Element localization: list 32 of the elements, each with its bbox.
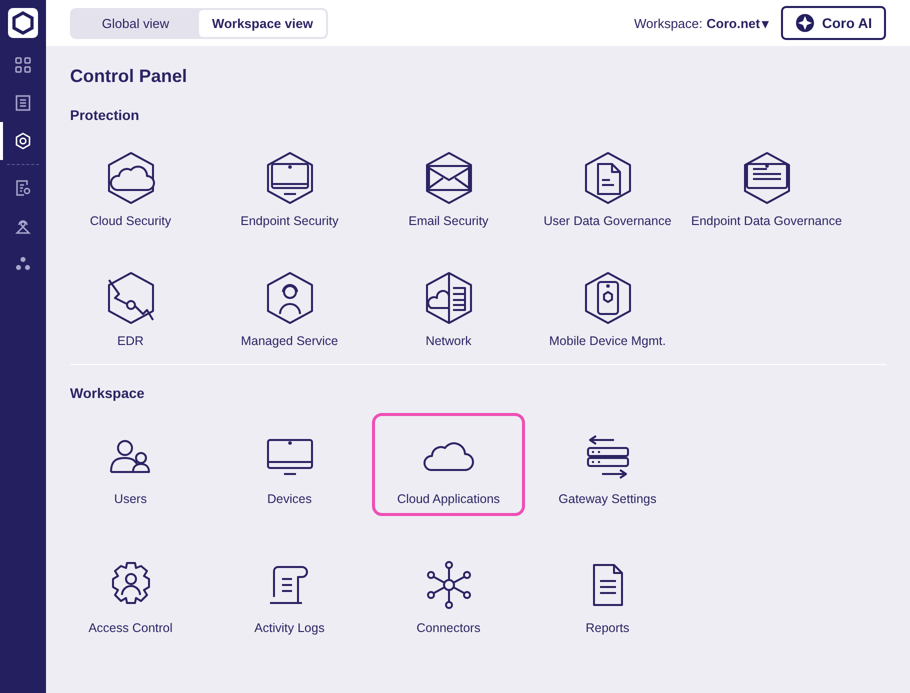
section-title: Workspace	[70, 385, 146, 401]
panel-tile[interactable]: Endpoint Security	[213, 135, 366, 238]
panel-tile[interactable]: Endpoint Data Governance	[690, 135, 843, 238]
panel-tile[interactable]: Managed Service	[213, 255, 366, 358]
workspace-dropdown[interactable]: Coro.net▾	[706, 16, 769, 30]
panel-tile[interactable]: Cloud Applications	[372, 413, 525, 516]
hexagon-nut-icon	[14, 132, 32, 150]
panel-tile[interactable]: Activity Logs	[213, 542, 366, 645]
panel-tile[interactable]: Access Control	[54, 542, 207, 645]
panel-tile[interactable]: Email Security	[372, 135, 525, 238]
grid-icon	[14, 56, 32, 74]
panel-tile[interactable]: Reports	[531, 542, 684, 645]
page-title: Control Panel	[70, 66, 188, 87]
view-tab[interactable]: Workspace view	[199, 10, 326, 36]
panel-tile[interactable]: Connectors	[372, 542, 525, 645]
panel-tile[interactable]: User Data Governance	[531, 135, 684, 238]
logo-icon	[8, 8, 38, 38]
workspace-label: Workspace:	[634, 16, 702, 30]
ai-button[interactable]: Coro AI	[780, 6, 886, 40]
sparkle-icon	[794, 13, 815, 33]
panel-tile[interactable]: Gateway Settings	[531, 413, 684, 516]
list-icon	[14, 94, 32, 112]
panel-tile[interactable]: Cloud Security	[54, 135, 207, 238]
panel-tile[interactable]: Devices	[213, 413, 366, 516]
panel-tile[interactable]: Mobile Device Mgmt.	[531, 255, 684, 358]
document-gear-icon	[14, 179, 32, 197]
panel-tile[interactable]: Network	[372, 255, 525, 358]
panel-tile[interactable]: EDR	[54, 255, 207, 358]
view-tab[interactable]: Global view	[72, 10, 199, 36]
panel-tile[interactable]: Users	[54, 413, 207, 516]
section-title: Protection	[70, 107, 140, 123]
dots-icon	[14, 255, 32, 273]
